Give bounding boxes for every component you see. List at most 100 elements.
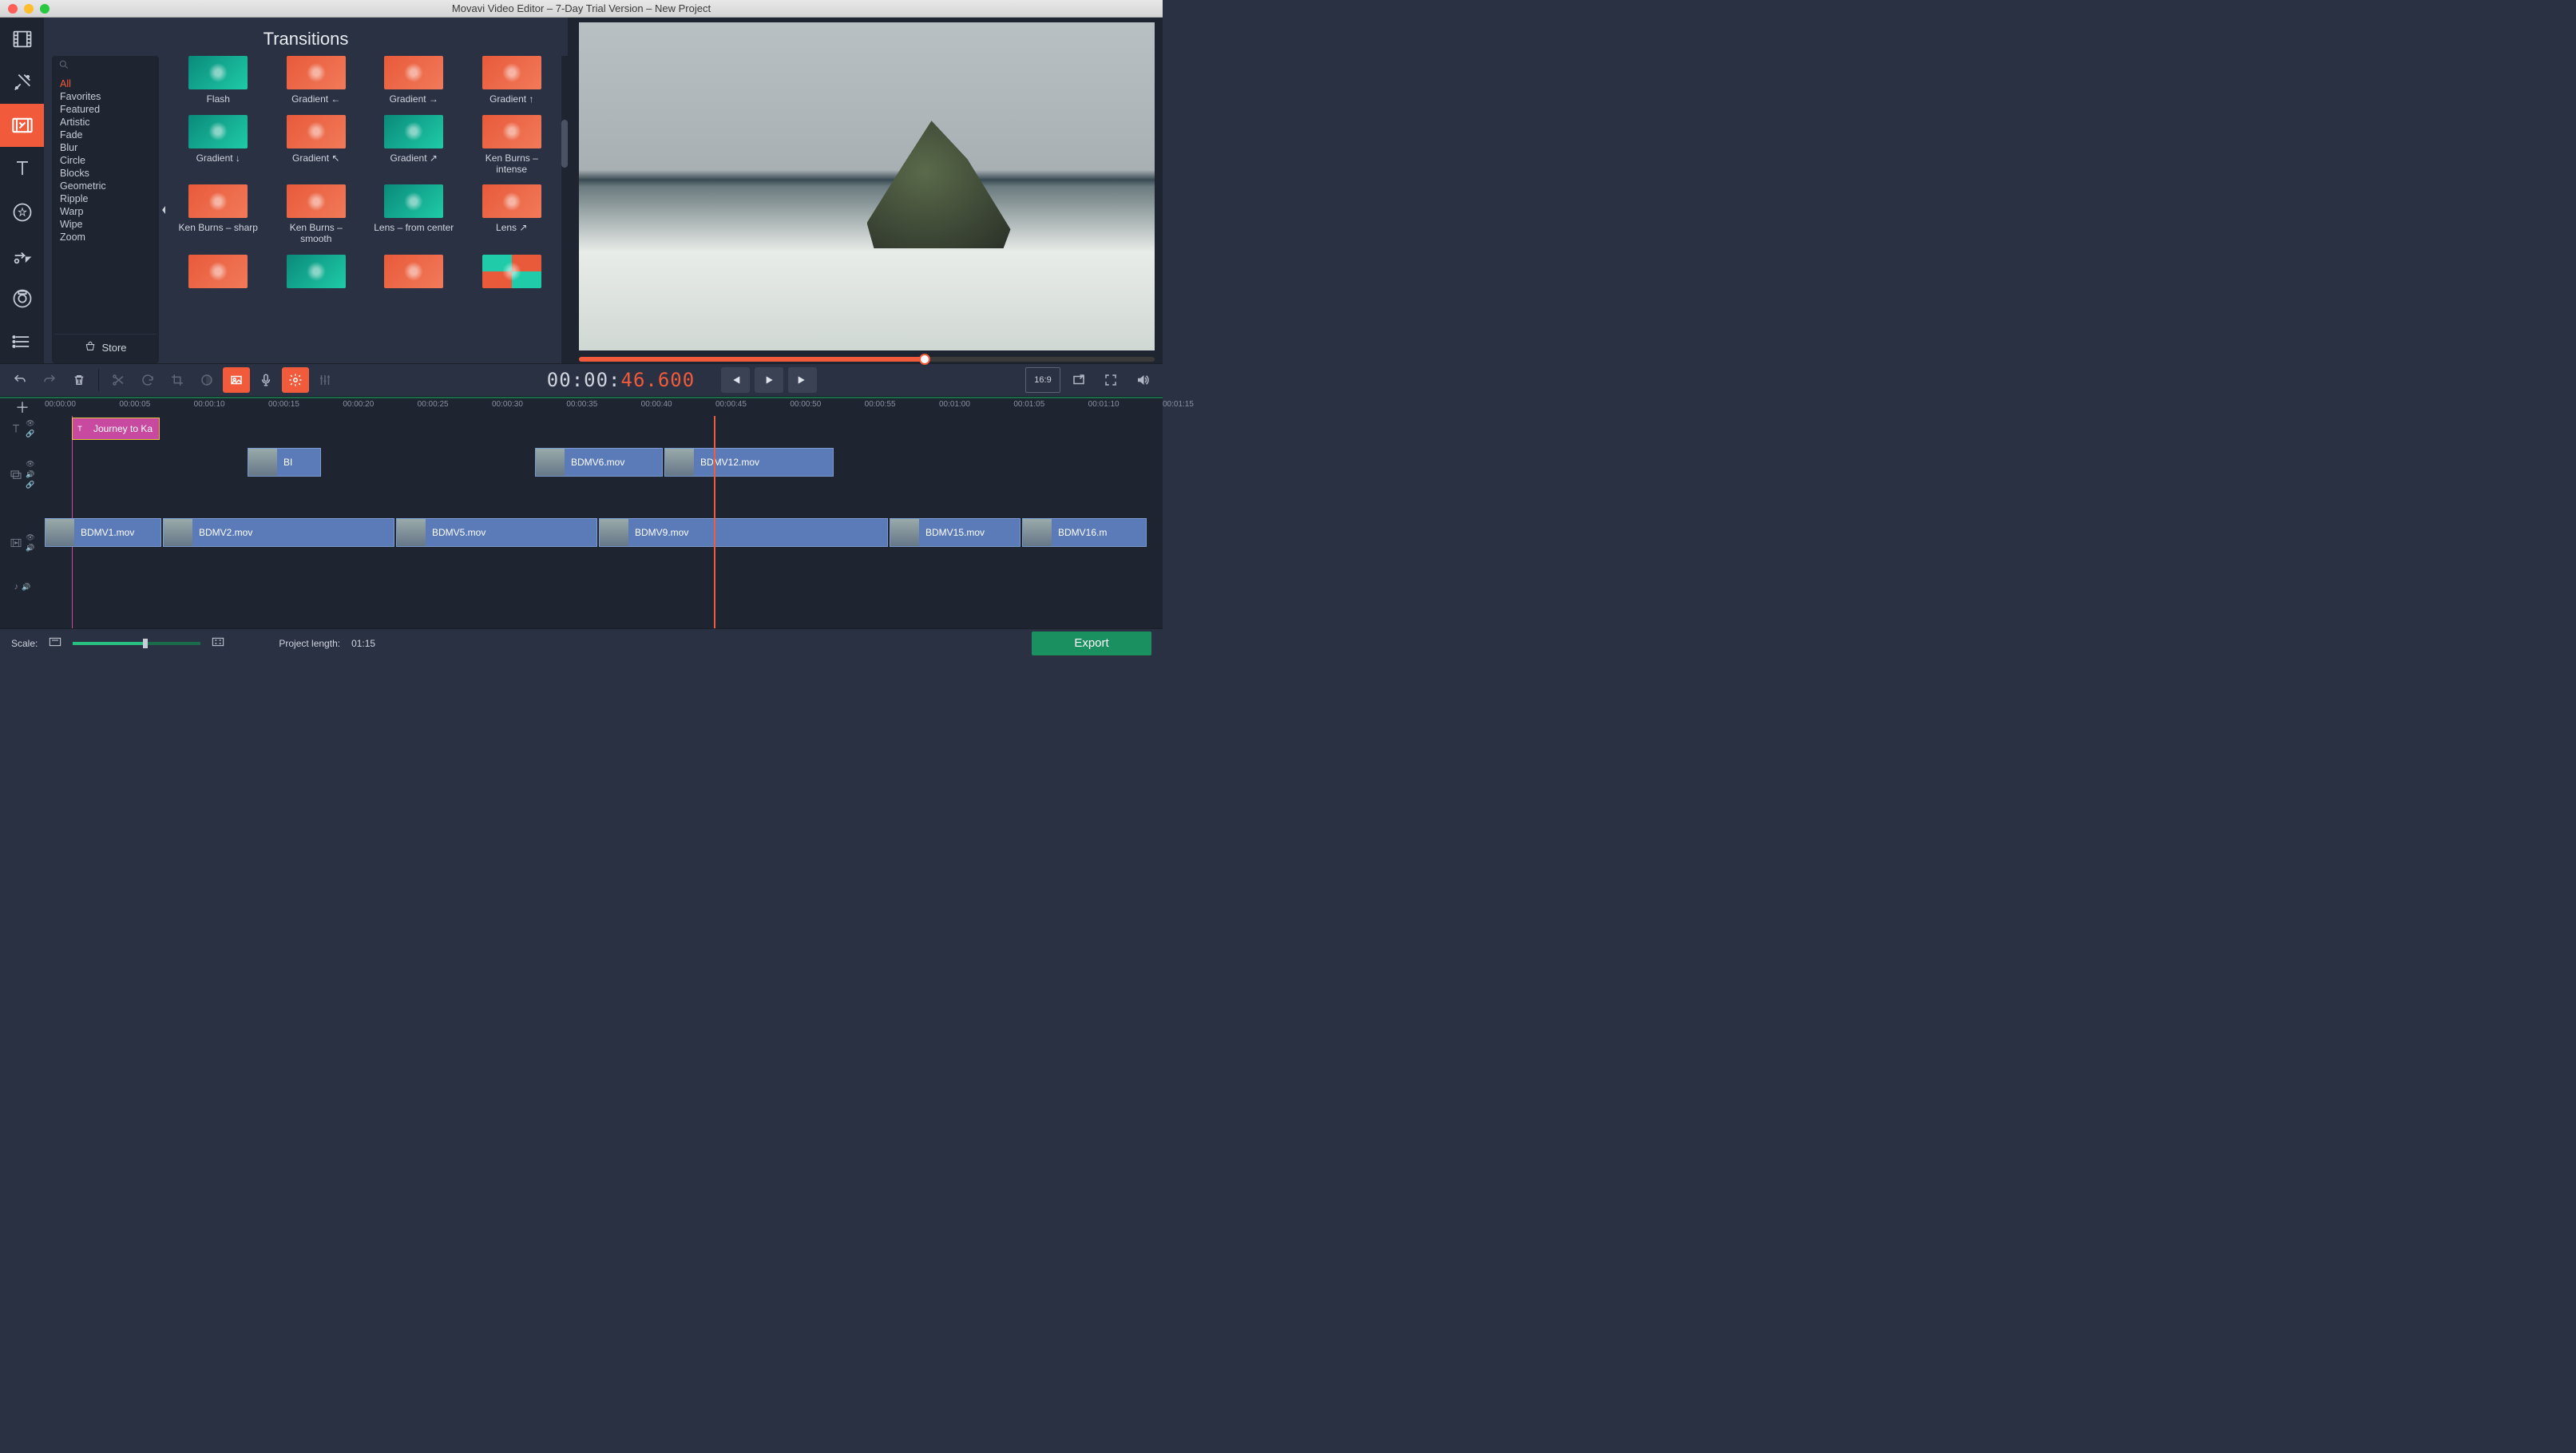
- scale-slider-handle[interactable]: [143, 639, 148, 648]
- record-audio-button[interactable]: [252, 367, 279, 393]
- overlay-clip[interactable]: BI: [248, 448, 321, 477]
- category-item[interactable]: Wipe: [60, 218, 151, 231]
- export-button[interactable]: Export: [1032, 631, 1151, 655]
- transition-item[interactable]: Flash: [176, 56, 260, 105]
- fullscreen-button[interactable]: [1097, 367, 1124, 393]
- video-clip[interactable]: BDMV1.mov: [45, 518, 161, 547]
- category-item[interactable]: Circle: [60, 154, 151, 167]
- zoom-out-icon[interactable]: [49, 637, 61, 649]
- transition-item[interactable]: [275, 255, 359, 293]
- detach-preview-button[interactable]: [1065, 367, 1092, 393]
- visibility-icon[interactable]: 👁: [26, 460, 34, 469]
- color-button[interactable]: [193, 367, 220, 393]
- overlay-clip[interactable]: BDMV6.mov: [535, 448, 663, 477]
- filters-tab[interactable]: [0, 61, 44, 104]
- stickers-tab[interactable]: [0, 191, 44, 234]
- capture-tab[interactable]: [0, 277, 44, 320]
- category-item[interactable]: Ripple: [60, 192, 151, 205]
- callouts-tab[interactable]: [0, 234, 44, 277]
- more-tab[interactable]: [0, 320, 44, 363]
- next-frame-button[interactable]: [788, 367, 817, 393]
- mute-icon[interactable]: 🔊: [26, 470, 34, 479]
- prev-frame-button[interactable]: [721, 367, 750, 393]
- redo-button[interactable]: [36, 367, 63, 393]
- transition-item[interactable]: Gradient ↗: [372, 115, 456, 176]
- close-window-button[interactable]: [8, 4, 18, 14]
- title-track-head[interactable]: 👁🔗: [0, 416, 45, 441]
- undo-button[interactable]: [6, 367, 34, 393]
- video-clip[interactable]: BDMV9.mov: [599, 518, 888, 547]
- video-clip[interactable]: BDMV15.mov: [890, 518, 1020, 547]
- ruler-tick: 00:01:05: [1013, 400, 1044, 409]
- visibility-icon[interactable]: 👁: [26, 533, 34, 542]
- audio-track-head[interactable]: ♪🔊: [0, 579, 45, 595]
- transition-item[interactable]: Gradient ←: [275, 56, 359, 105]
- minimize-window-button[interactable]: [24, 4, 34, 14]
- timeline-ruler[interactable]: 00:00:0000:00:0500:00:1000:00:1500:00:20…: [45, 398, 1163, 416]
- transition-item[interactable]: [176, 255, 260, 293]
- transition-item[interactable]: Gradient →: [372, 56, 456, 105]
- add-track-button[interactable]: ＋: [15, 397, 30, 418]
- category-item[interactable]: Fade: [60, 129, 151, 141]
- title-clip[interactable]: Journey to Ka: [72, 418, 160, 440]
- visibility-icon[interactable]: 👁: [26, 419, 34, 428]
- transition-item[interactable]: Gradient ↑: [470, 56, 554, 105]
- zoom-in-icon[interactable]: [212, 637, 224, 649]
- transitions-tab[interactable]: [0, 104, 44, 147]
- volume-button[interactable]: [1129, 367, 1156, 393]
- transition-item[interactable]: Lens – from center: [372, 184, 456, 245]
- category-item[interactable]: Zoom: [60, 231, 151, 243]
- mute-icon[interactable]: 🔊: [22, 583, 30, 592]
- video-clip[interactable]: BDMV2.mov: [163, 518, 394, 547]
- transition-item[interactable]: [470, 255, 554, 293]
- video-clip[interactable]: BDMV16.m: [1022, 518, 1147, 547]
- overlay-track-head[interactable]: 👁🔊 🔗: [0, 441, 45, 507]
- transition-item[interactable]: Gradient ↖: [275, 115, 359, 176]
- store-button[interactable]: Store: [55, 334, 156, 360]
- ruler-tick: 00:00:30: [492, 400, 523, 409]
- category-item[interactable]: Blocks: [60, 167, 151, 180]
- ruler-tick: 00:01:10: [1088, 400, 1120, 409]
- link-icon[interactable]: 🔗: [26, 481, 34, 489]
- mute-icon[interactable]: 🔊: [26, 544, 34, 552]
- transition-item[interactable]: Lens ↗: [470, 184, 554, 245]
- category-item[interactable]: Warp: [60, 205, 151, 218]
- link-icon[interactable]: 🔗: [26, 430, 34, 438]
- category-item[interactable]: Featured: [60, 103, 151, 116]
- transition-item[interactable]: Ken Burns – smooth: [275, 184, 359, 245]
- transition-item[interactable]: Ken Burns – intense: [470, 115, 554, 176]
- split-button[interactable]: [105, 367, 132, 393]
- media-tab[interactable]: [0, 18, 44, 61]
- transitions-scrollbar[interactable]: [561, 56, 568, 363]
- preview-video[interactable]: [579, 22, 1155, 350]
- project-length-label: Project length:: [279, 638, 340, 649]
- titles-tab[interactable]: [0, 147, 44, 190]
- category-item[interactable]: Favorites: [60, 90, 151, 103]
- overlay-clip[interactable]: BDMV12.mov: [664, 448, 834, 477]
- delete-button[interactable]: [65, 367, 93, 393]
- collapse-panel-button[interactable]: [159, 56, 168, 363]
- transition-item[interactable]: Gradient ↓: [176, 115, 260, 176]
- category-item[interactable]: Artistic: [60, 116, 151, 129]
- scale-slider[interactable]: [73, 642, 200, 645]
- crop-button[interactable]: [164, 367, 191, 393]
- maximize-window-button[interactable]: [40, 4, 50, 14]
- clip-properties-button[interactable]: [282, 367, 309, 393]
- transition-item[interactable]: Ken Burns – sharp: [176, 184, 260, 245]
- transition-item[interactable]: [372, 255, 456, 293]
- transition-thumbnail: [287, 56, 346, 89]
- scrubber-handle[interactable]: [919, 354, 930, 365]
- equalizer-button[interactable]: [311, 367, 339, 393]
- play-button[interactable]: [755, 367, 783, 393]
- transition-wizard-button[interactable]: [223, 367, 250, 393]
- playhead[interactable]: [714, 416, 715, 628]
- ruler-tick: 00:01:00: [939, 400, 970, 409]
- preview-scrubber[interactable]: [579, 357, 1155, 362]
- category-item[interactable]: All: [60, 77, 151, 90]
- video-track-head[interactable]: 👁🔊: [0, 507, 45, 579]
- rotate-button[interactable]: [134, 367, 161, 393]
- video-clip[interactable]: BDMV5.mov: [396, 518, 597, 547]
- category-item[interactable]: Geometric: [60, 180, 151, 192]
- aspect-ratio-button[interactable]: 16:9: [1025, 367, 1060, 393]
- category-item[interactable]: Blur: [60, 141, 151, 154]
